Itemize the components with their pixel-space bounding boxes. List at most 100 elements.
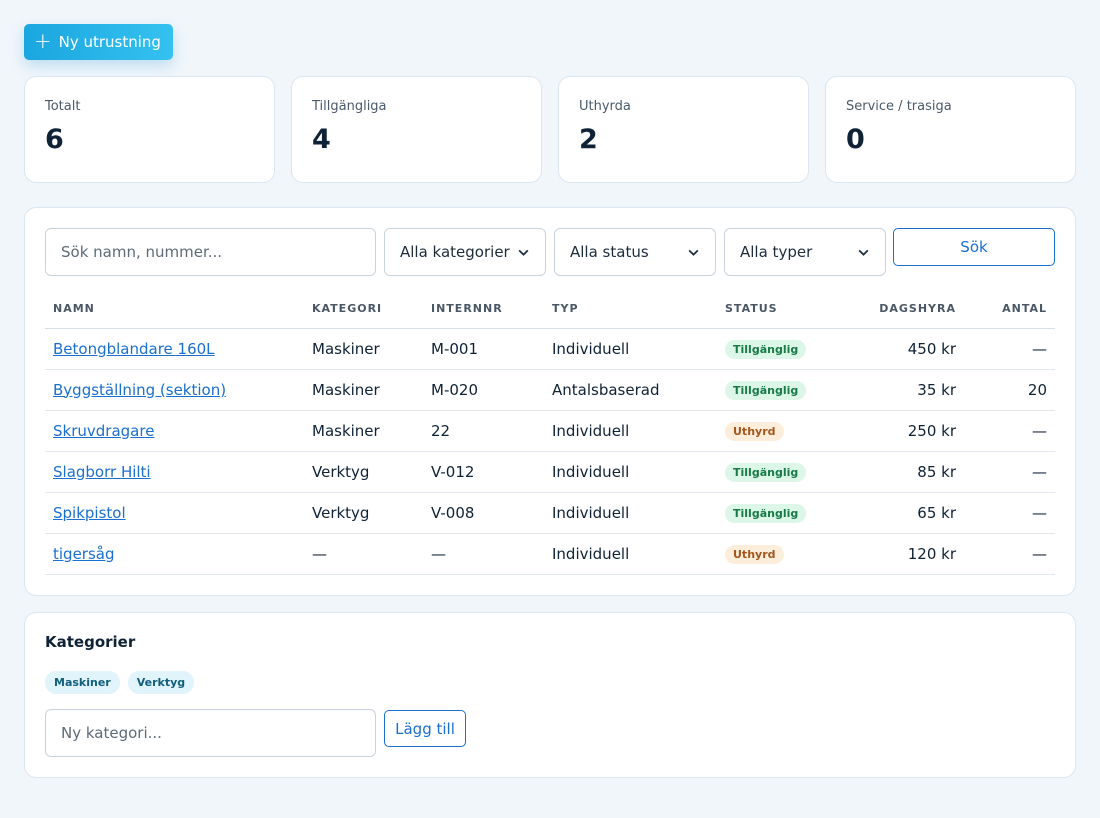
quantity-cell: 20 xyxy=(964,369,1055,411)
internal-number-cell: M-020 xyxy=(423,369,544,411)
equipment-panel: Alla kategorier Alla status Alla typer S… xyxy=(24,207,1076,596)
status-cell: Tillgänglig xyxy=(717,451,837,493)
equipment-link[interactable]: Byggställning (sektion) xyxy=(53,381,226,399)
plus-icon: + xyxy=(34,28,52,53)
table-row: Betongblandare 160L Maskiner M-001 Indiv… xyxy=(45,328,1055,370)
type-cell: Individuell xyxy=(544,328,717,370)
column-header-name[interactable]: NAMN xyxy=(45,290,304,329)
table-row: Byggställning (sektion) Maskiner M-020 A… xyxy=(45,369,1055,411)
daily-rate-cell: 120 kr xyxy=(837,533,964,575)
status-cell: Uthyrd xyxy=(717,410,837,452)
name-cell: Betongblandare 160L xyxy=(45,328,304,370)
status-badge: Tillgänglig xyxy=(725,503,807,523)
category-filter-select[interactable]: Alla kategorier xyxy=(384,228,546,276)
type-cell: Antalsbaserad xyxy=(544,369,717,411)
name-cell: Skruvdragare xyxy=(45,410,304,452)
chevron-down-icon xyxy=(688,249,699,256)
quantity-cell: — xyxy=(964,451,1055,493)
category-cell: Verktyg xyxy=(304,451,423,493)
chevron-down-icon xyxy=(858,249,869,256)
column-header-type[interactable]: TYP xyxy=(544,290,717,329)
internal-number-cell: — xyxy=(423,533,544,575)
daily-rate-cell: 450 kr xyxy=(837,328,964,370)
stat-label: Service / trasiga xyxy=(846,99,952,114)
type-cell: Individuell xyxy=(544,492,717,534)
equipment-link[interactable]: Skruvdragare xyxy=(53,422,154,440)
name-cell: tigersåg xyxy=(45,533,304,575)
category-chip[interactable]: Verktyg xyxy=(127,671,195,694)
stat-label: Totalt xyxy=(45,99,81,114)
table-row: Spikpistol Verktyg V-008 Individuell Til… xyxy=(45,492,1055,534)
daily-rate-cell: 65 kr xyxy=(837,492,964,534)
column-header-status[interactable]: STATUS xyxy=(717,290,837,329)
internal-number-cell: 22 xyxy=(423,410,544,452)
internal-number-cell: M-001 xyxy=(423,328,544,370)
category-cell: Maskiner xyxy=(304,328,423,370)
equipment-link[interactable]: Spikpistol xyxy=(53,504,126,522)
table-row: Skruvdragare Maskiner 22 Individuell Uth… xyxy=(45,410,1055,452)
categories-title: Kategorier xyxy=(45,633,136,651)
category-cell: — xyxy=(304,533,423,575)
equipment-link[interactable]: Betongblandare 160L xyxy=(53,340,215,358)
table-row: Slagborr Hilti Verktyg V-012 Individuell… xyxy=(45,451,1055,493)
category-chip[interactable]: Maskiner xyxy=(45,671,120,694)
status-badge: Tillgänglig xyxy=(725,462,807,482)
new-equipment-button[interactable]: + Ny utrustning xyxy=(24,24,173,60)
equipment-link[interactable]: Slagborr Hilti xyxy=(53,463,151,481)
column-header-internal[interactable]: INTERNNR xyxy=(423,290,544,329)
quantity-cell: — xyxy=(964,328,1055,370)
type-cell: Individuell xyxy=(544,533,717,575)
daily-rate-cell: 85 kr xyxy=(837,451,964,493)
status-cell: Tillgänglig xyxy=(717,328,837,370)
status-cell: Tillgänglig xyxy=(717,369,837,411)
status-badge: Tillgänglig xyxy=(725,380,807,400)
internal-number-cell: V-012 xyxy=(423,451,544,493)
stat-card-service: Service / trasiga 0 xyxy=(825,76,1076,183)
status-cell: Uthyrd xyxy=(717,533,837,575)
category-cell: Verktyg xyxy=(304,492,423,534)
stat-label: Uthyrda xyxy=(579,99,631,114)
status-badge: Tillgänglig xyxy=(725,339,807,359)
stat-value: 6 xyxy=(45,124,64,155)
add-category-button[interactable]: Lägg till xyxy=(384,710,466,747)
categories-panel: Kategorier Maskiner Verktyg Lägg till xyxy=(24,612,1076,778)
status-badge: Uthyrd xyxy=(725,544,784,564)
name-cell: Spikpistol xyxy=(45,492,304,534)
stat-card-available: Tillgängliga 4 xyxy=(291,76,542,183)
stat-card-total: Totalt 6 xyxy=(24,76,275,183)
type-filter-select[interactable]: Alla typer xyxy=(724,228,886,276)
table-row: tigersåg — — Individuell Uthyrd 120 kr — xyxy=(45,533,1055,575)
quantity-cell: — xyxy=(964,492,1055,534)
type-cell: Individuell xyxy=(544,410,717,452)
equipment-link[interactable]: tigersåg xyxy=(53,545,115,563)
column-header-daily-rate[interactable]: DAGSHYRA xyxy=(837,290,964,329)
quantity-cell: — xyxy=(964,533,1055,575)
category-filter-value: Alla kategorier xyxy=(400,243,510,261)
column-header-category[interactable]: KATEGORI xyxy=(304,290,423,329)
search-input[interactable] xyxy=(45,228,376,276)
internal-number-cell: V-008 xyxy=(423,492,544,534)
stat-label: Tillgängliga xyxy=(312,99,387,114)
search-button[interactable]: Sök xyxy=(893,228,1055,266)
stat-value: 4 xyxy=(312,124,331,155)
type-filter-value: Alla typer xyxy=(740,243,813,261)
status-filter-select[interactable]: Alla status xyxy=(554,228,716,276)
stat-value: 0 xyxy=(846,124,865,155)
quantity-cell: — xyxy=(964,410,1055,452)
stat-card-rented: Uthyrda 2 xyxy=(558,76,809,183)
table-header-row: NAMN KATEGORI INTERNNR TYP STATUS DAGSHY… xyxy=(45,290,1055,329)
category-cell: Maskiner xyxy=(304,369,423,411)
daily-rate-cell: 35 kr xyxy=(837,369,964,411)
category-chip-list: Maskiner Verktyg xyxy=(45,671,195,694)
new-equipment-label: Ny utrustning xyxy=(58,33,161,51)
daily-rate-cell: 250 kr xyxy=(837,410,964,452)
name-cell: Byggställning (sektion) xyxy=(45,369,304,411)
status-badge: Uthyrd xyxy=(725,421,784,441)
type-cell: Individuell xyxy=(544,451,717,493)
status-cell: Tillgänglig xyxy=(717,492,837,534)
new-category-input[interactable] xyxy=(45,709,376,757)
name-cell: Slagborr Hilti xyxy=(45,451,304,493)
equipment-table: NAMN KATEGORI INTERNNR TYP STATUS DAGSHY… xyxy=(45,290,1055,575)
column-header-quantity[interactable]: ANTAL xyxy=(964,290,1055,329)
category-cell: Maskiner xyxy=(304,410,423,452)
